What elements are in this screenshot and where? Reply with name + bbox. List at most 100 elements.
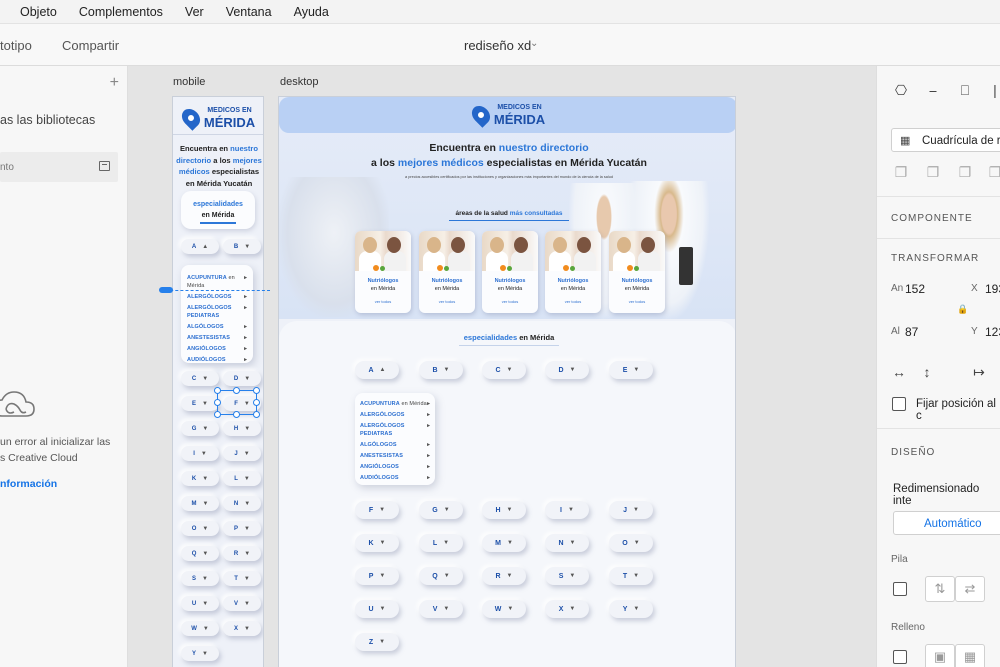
document-title[interactable]: rediseño xd xyxy=(464,38,531,53)
responsive-resize-icon[interactable]: ↦ xyxy=(971,364,987,380)
dropdown-option[interactable]: AUDIÓLOGOS ▸ xyxy=(187,356,247,364)
letter-button-g[interactable]: G ▼ xyxy=(181,421,219,436)
guide-handle[interactable] xyxy=(159,287,173,293)
letter-button-r[interactable]: R ▼ xyxy=(482,567,526,585)
letter-button-b[interactable]: B ▼ xyxy=(419,361,463,379)
dropdown-option[interactable]: PEDIATRAS xyxy=(360,430,430,438)
dropdown-option[interactable]: ACUPUNTURA en Mérida ▸ xyxy=(187,274,247,290)
library-menu-icon[interactable] xyxy=(99,161,110,171)
letter-button-v[interactable]: V ▼ xyxy=(223,596,261,611)
card-link[interactable]: ver todos xyxy=(355,299,411,304)
desktop-artboard[interactable]: MEDICOS EN MÉRIDA Encuentra en nuestro d… xyxy=(278,96,736,667)
letter-button-r[interactable]: R ▼ xyxy=(223,546,261,561)
letter-button-s[interactable]: S ▼ xyxy=(545,567,589,585)
padding-checkbox[interactable] xyxy=(893,650,907,664)
letter-button-u[interactable]: U ▼ xyxy=(355,600,399,618)
resize-handle[interactable] xyxy=(253,387,260,394)
dropdown-option[interactable]: AUDIÓLOGOS ▸ xyxy=(360,474,430,482)
selection-box[interactable] xyxy=(214,387,260,418)
letter-button-p[interactable]: P ▼ xyxy=(355,567,399,585)
dropdown-option[interactable]: ANGIÓLOGOS ▸ xyxy=(360,463,430,471)
resize-handle[interactable] xyxy=(253,411,260,418)
boolean-intersect-icon[interactable]: ❐ xyxy=(957,164,973,180)
letter-button-i[interactable]: I ▼ xyxy=(545,501,589,519)
area-card[interactable]: Nutriólogos en Mérida ver todos xyxy=(419,231,475,313)
dropdown-option[interactable]: ALERGÓLOGOS ▸ xyxy=(187,293,247,301)
letter-button-h[interactable]: H ▼ xyxy=(223,421,261,436)
letter-button-b[interactable]: B ▼ xyxy=(223,239,261,254)
resize-handle[interactable] xyxy=(214,387,221,394)
more-info-link[interactable]: nformación xyxy=(0,478,57,490)
menu-item-ayuda[interactable]: Ayuda xyxy=(294,5,329,19)
menu-item-complementos[interactable]: Complementos xyxy=(79,5,163,19)
letter-button-v[interactable]: V ▼ xyxy=(419,600,463,618)
letter-button-w[interactable]: W ▼ xyxy=(482,600,526,618)
letter-button-a[interactable]: A ▲ xyxy=(355,361,399,379)
artboard-label-desktop[interactable]: desktop xyxy=(280,76,319,88)
letter-button-j[interactable]: J ▼ xyxy=(223,446,261,461)
align-middle-icon[interactable]: ⎯ xyxy=(925,82,941,98)
boolean-add-icon[interactable]: ❐ xyxy=(893,164,909,180)
artboard-label-mobile[interactable]: mobile xyxy=(173,76,205,88)
stack-vertical-icon[interactable]: ⇅ xyxy=(925,576,955,602)
letter-button-k[interactable]: K ▼ xyxy=(355,534,399,552)
chevron-down-icon[interactable]: ⌄ xyxy=(530,38,538,49)
letter-button-s[interactable]: S ▼ xyxy=(181,571,219,586)
tab-prototipo[interactable]: totipo xyxy=(0,38,32,53)
letter-button-d[interactable]: D ▼ xyxy=(223,371,261,386)
grid-dropdown[interactable]: ▦ Cuadrícula de re xyxy=(891,128,1000,152)
area-card[interactable]: Nutriólogos en Mérida ver todos xyxy=(545,231,601,313)
letter-button-o[interactable]: O ▼ xyxy=(181,521,219,536)
letter-button-h[interactable]: H ▼ xyxy=(482,501,526,519)
letter-button-o[interactable]: O ▼ xyxy=(609,534,653,552)
resize-handle[interactable] xyxy=(233,387,240,394)
resize-handle[interactable] xyxy=(233,411,240,418)
letter-button-t[interactable]: T ▼ xyxy=(609,567,653,585)
desktop-specialty-dropdown[interactable]: ACUPUNTURA en Mérida ▸ ALERGÓLOGOS ▸ ALERGÓL… xyxy=(355,393,435,485)
y-input[interactable]: 123 xyxy=(985,325,1000,339)
stack-checkbox[interactable] xyxy=(893,582,907,596)
align-left-icon[interactable]: | xyxy=(987,82,1000,98)
letter-button-u[interactable]: U ▼ xyxy=(181,596,219,611)
card-link[interactable]: ver todos xyxy=(419,299,475,304)
letter-button-a[interactable]: A ▲ xyxy=(181,239,219,254)
letter-button-f[interactable]: F ▼ xyxy=(355,501,399,519)
menu-item-ver[interactable]: Ver xyxy=(185,5,204,19)
letter-button-m[interactable]: M ▼ xyxy=(181,496,219,511)
letter-button-x[interactable]: X ▼ xyxy=(545,600,589,618)
letter-button-y[interactable]: Y ▼ xyxy=(609,600,653,618)
dropdown-option[interactable]: ANESTESISTAS ▸ xyxy=(187,334,247,342)
add-icon[interactable]: + xyxy=(110,74,119,92)
fix-position-checkbox[interactable] xyxy=(892,397,906,411)
libraries-label[interactable]: as las bibliotecas xyxy=(0,113,95,127)
flip-vertical-icon[interactable]: ↕ xyxy=(919,364,935,380)
letter-button-n[interactable]: N ▼ xyxy=(545,534,589,552)
dropdown-option[interactable]: ALERGÓLOGOS ▸ xyxy=(360,411,430,419)
boolean-exclude-icon[interactable]: ❐ xyxy=(987,164,1000,180)
letter-button-g[interactable]: G ▼ xyxy=(419,501,463,519)
height-input[interactable]: 87 xyxy=(905,325,918,339)
letter-button-j[interactable]: J ▼ xyxy=(609,501,653,519)
mobile-artboard[interactable]: MEDICOS EN MÉRIDA Encuentra en nuestro d… xyxy=(172,96,264,667)
letter-button-t[interactable]: T ▼ xyxy=(223,571,261,586)
dropdown-option[interactable]: ALERGÓLOGOS ▸ xyxy=(187,304,247,312)
letter-button-n[interactable]: N ▼ xyxy=(223,496,261,511)
library-item[interactable]: nto xyxy=(0,152,118,182)
flip-horizontal-icon[interactable]: ↔ xyxy=(891,364,907,380)
letter-button-k[interactable]: K ▼ xyxy=(181,471,219,486)
padding-individual-icon[interactable]: ▦ xyxy=(955,644,985,667)
menu-item-objeto[interactable]: Objeto xyxy=(20,5,57,19)
dropdown-option[interactable]: ACUPUNTURA en Mérida ▸ xyxy=(360,400,430,408)
letter-button-q[interactable]: Q ▼ xyxy=(419,567,463,585)
resize-handle[interactable] xyxy=(214,399,221,406)
letter-button-c[interactable]: C ▼ xyxy=(181,371,219,386)
auto-button[interactable]: Automático xyxy=(893,511,1000,535)
card-link[interactable]: ver todos xyxy=(545,299,601,304)
dropdown-option[interactable]: ALERGÓLOGOS ▸ xyxy=(360,422,430,430)
area-card[interactable]: Nutriólogos en Mérida ver todos xyxy=(482,231,538,313)
card-link[interactable]: ver todos xyxy=(609,299,665,304)
letter-button-l[interactable]: L ▼ xyxy=(223,471,261,486)
padding-uniform-icon[interactable]: ▣ xyxy=(925,644,955,667)
letter-button-m[interactable]: M ▼ xyxy=(482,534,526,552)
area-card[interactable]: Nutriólogos en Mérida ver todos xyxy=(609,231,665,313)
